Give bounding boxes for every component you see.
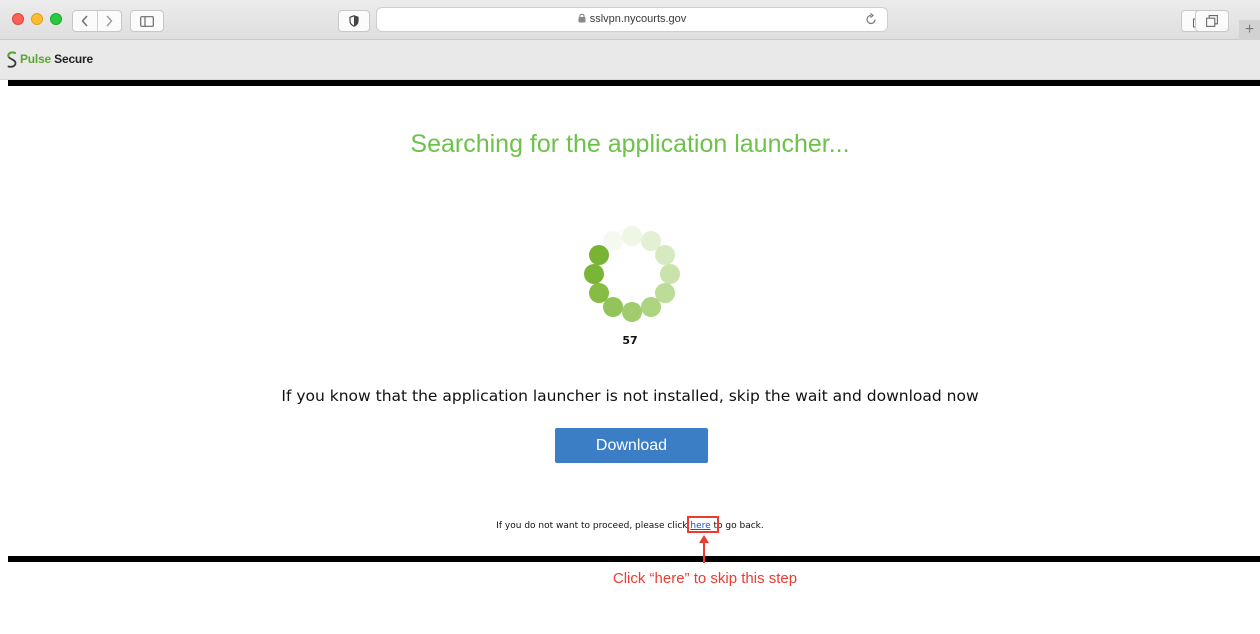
brand-logo: Pulse Secure [20, 52, 93, 66]
url-display: sslvpn.nycourts.gov [377, 8, 887, 31]
back-icon [81, 15, 88, 27]
spinner-dot [622, 226, 642, 246]
page-title: Searching for the application launcher..… [410, 130, 850, 158]
url-text: sslvpn.nycourts.gov [589, 13, 687, 25]
new-tab-button[interactable]: + [1239, 20, 1260, 40]
spinner-dot [655, 245, 675, 265]
sidebar-icon [140, 15, 154, 27]
logo-word-pulse: Pulse [20, 52, 52, 66]
go-back-message: If you do not want to proceed, please cl… [0, 521, 1260, 531]
reload-icon[interactable] [865, 13, 877, 26]
spinner-dot [603, 231, 623, 251]
skip-instruction: If you know that the application launche… [281, 387, 979, 405]
download-button[interactable]: Download [555, 428, 708, 463]
zoom-window-button[interactable] [50, 13, 62, 25]
logo-word-secure: Secure [51, 52, 93, 66]
footer-divider [8, 556, 1260, 562]
arrow-up-icon [699, 535, 709, 563]
close-window-button[interactable] [12, 13, 24, 25]
privacy-report-button[interactable] [338, 10, 370, 32]
sidebar-button[interactable] [130, 10, 164, 32]
spinner-dot [641, 297, 661, 317]
spinner-dot [660, 264, 680, 284]
pulse-logo-icon [7, 51, 17, 68]
forward-icon [106, 15, 113, 27]
nav-button-group [72, 10, 122, 32]
countdown-timer: 57 [622, 334, 638, 347]
tabs-icon [1206, 15, 1218, 27]
browser-toolbar: sslvpn.nycourts.gov + [0, 0, 1260, 40]
site-header: Pulse Secure [0, 40, 1260, 80]
spinner-dot [622, 302, 642, 322]
annotation-caption: Click “here” to skip this step [612, 570, 798, 587]
header-divider [8, 80, 1260, 86]
show-tabs-button[interactable] [1195, 10, 1229, 32]
spinner-icon [584, 226, 680, 322]
shield-icon [349, 15, 359, 27]
back-button[interactable] [73, 11, 97, 31]
lock-icon [578, 13, 586, 23]
forward-button[interactable] [96, 11, 122, 31]
address-bar[interactable]: sslvpn.nycourts.gov [376, 7, 888, 32]
spinner-dot [584, 264, 604, 284]
spinner-dot [589, 283, 609, 303]
annotation-highlight-box [687, 516, 719, 533]
go-back-prefix: If you do not want to proceed, please cl… [496, 521, 691, 531]
minimize-window-button[interactable] [31, 13, 43, 25]
